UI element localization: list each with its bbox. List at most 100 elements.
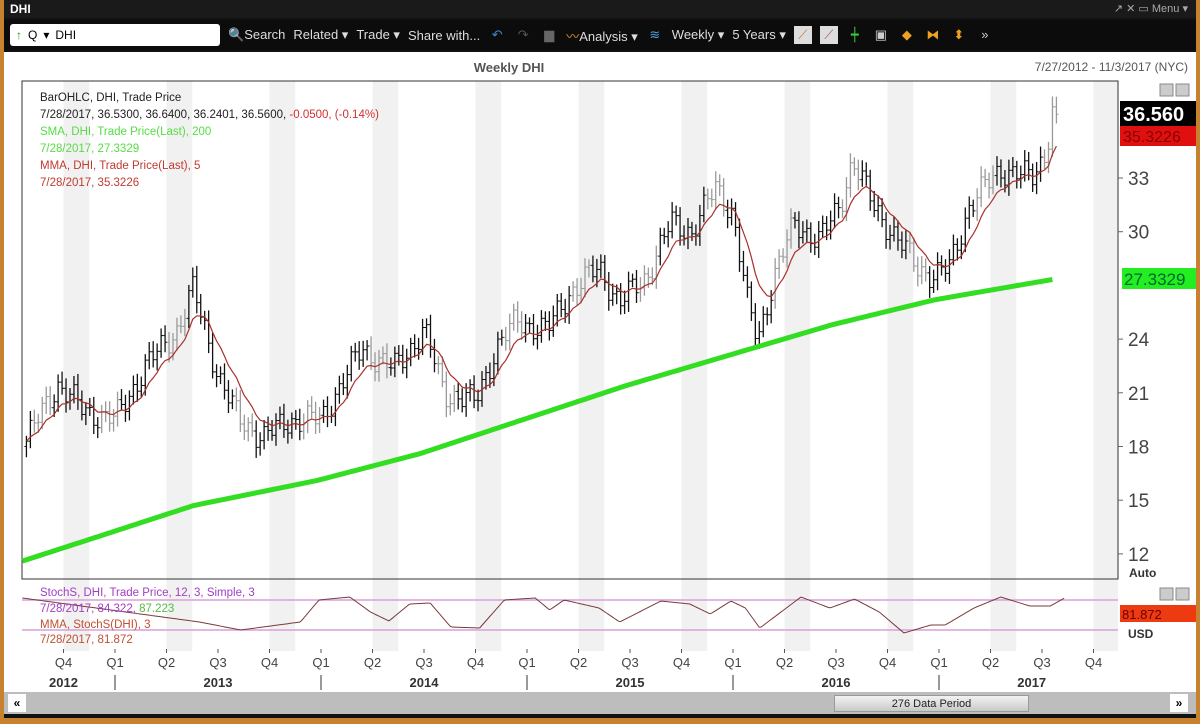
- ohlc-bar: [709, 188, 714, 208]
- ohlc-bar: [606, 271, 611, 311]
- ohlc-bar: [765, 307, 770, 326]
- ohlc-bar: [147, 341, 152, 370]
- ohlc-bar: [1050, 96, 1055, 157]
- ohlc-bar: [543, 311, 548, 331]
- legend-sma-label: SMA, DHI, Trade Price(Last), 200: [40, 126, 211, 138]
- ohlc-bar: [761, 306, 766, 338]
- ohlc-bar: [515, 301, 520, 333]
- ohlc-bar: [812, 233, 817, 256]
- ohlc-bar: [630, 273, 635, 288]
- ohlc-bar: [662, 227, 667, 245]
- ohlc-bar: [321, 399, 326, 423]
- ohlc-bar: [305, 400, 310, 434]
- ohlc-bar: [28, 410, 33, 449]
- x-quarter-label: Q1: [312, 655, 329, 670]
- ohlc-bar: [400, 344, 405, 374]
- ohlc-bar: [523, 313, 528, 343]
- ohlc-bar: [194, 265, 199, 314]
- ohlc-bar: [733, 202, 738, 237]
- ohlc-bar: [416, 337, 421, 360]
- ohlc-bar: [99, 404, 104, 434]
- ohlc-bar: [848, 153, 853, 198]
- ohlc-bar: [115, 391, 120, 427]
- ohlc-bar: [436, 356, 441, 375]
- y-tick-label: 12: [1128, 545, 1149, 566]
- y-tick-label: 30: [1128, 223, 1149, 244]
- legend-stoch-mma-label: MMA, StochS(DHI), 3: [40, 619, 151, 631]
- ohlc-bar: [876, 195, 881, 222]
- x-year-label: 2012: [49, 675, 78, 690]
- ohlc-bar: [713, 171, 718, 209]
- ohlc-bar: [864, 162, 869, 186]
- price-chart[interactable]: BarOHLC, DHI, Trade Price 7/28/2017, 36.…: [4, 0, 1196, 718]
- ohlc-bar: [242, 414, 247, 441]
- ohlc-bar: [979, 166, 984, 208]
- ohlc-bar: [820, 215, 825, 239]
- ohlc-bar: [60, 371, 65, 395]
- ohlc-bar: [527, 317, 532, 334]
- ohlc-bar: [931, 269, 936, 293]
- ohlc-bar: [408, 337, 413, 367]
- x-quarter-label: Q2: [776, 655, 793, 670]
- ohlc-bar: [246, 417, 251, 442]
- close-stoch-icon[interactable]: [1175, 587, 1190, 601]
- ohlc-bar: [547, 311, 552, 341]
- scroll-start-button[interactable]: «: [8, 694, 26, 712]
- ohlc-bar: [222, 363, 227, 400]
- ohlc-bar: [670, 202, 675, 239]
- x-quarter-label: Q4: [673, 655, 690, 670]
- auto-scale-button[interactable]: Auto: [1129, 566, 1156, 580]
- ohlc-bar: [250, 413, 255, 437]
- close-pane-icon[interactable]: [1175, 83, 1190, 97]
- ohlc-bar: [163, 325, 168, 353]
- scroll-end-button[interactable]: »: [1170, 694, 1188, 712]
- ohlc-bar: [840, 199, 845, 219]
- ohlc-bar: [266, 416, 271, 441]
- ohlc-bar: [317, 407, 322, 434]
- ohlc-bar: [503, 326, 508, 351]
- quarter-band: [578, 81, 605, 651]
- legend-mma-label: MMA, DHI, Trade Price(Last), 5: [40, 160, 200, 172]
- ohlc-bar: [915, 256, 920, 287]
- ohlc-bar: [412, 334, 417, 358]
- ohlc-bar: [1034, 162, 1039, 195]
- x-quarter-label: Q4: [55, 655, 72, 670]
- mma-badge-text: 35.3226: [1123, 129, 1181, 146]
- x-quarter-label: Q3: [415, 655, 432, 670]
- minimize-pane-icon[interactable]: [1159, 83, 1174, 97]
- y-tick-label: 33: [1128, 169, 1149, 190]
- y-tick-label: 15: [1128, 491, 1149, 512]
- ohlc-bar: [1046, 141, 1051, 174]
- ohlc-bar: [309, 396, 314, 419]
- currency-label: USD: [1128, 627, 1154, 641]
- ohlc-bar: [535, 324, 540, 350]
- ohlc-bar: [741, 250, 746, 282]
- ohlc-bar: [119, 389, 124, 411]
- ohlc-bar: [404, 348, 409, 379]
- pane-controls: [1159, 83, 1190, 601]
- legend-sma-value: 7/28/2017, 27.3329: [40, 143, 139, 155]
- ohlc-bar: [749, 281, 754, 321]
- ohlc-bar: [935, 252, 940, 291]
- ohlc-bar: [860, 160, 865, 187]
- ohlc-bar: [1018, 165, 1023, 189]
- ohlc-bar: [210, 332, 215, 379]
- ohlc-bar: [123, 394, 128, 422]
- x-year-label: 2016: [822, 675, 851, 690]
- ohlc-bar: [202, 310, 207, 330]
- ohlc-bar: [460, 388, 465, 413]
- ohlc-bar: [642, 265, 647, 296]
- ohlc-bar: [159, 328, 164, 358]
- ohlc-bar: [226, 380, 231, 414]
- ohlc-bar: [234, 387, 239, 412]
- x-quarter-label: Q2: [570, 655, 587, 670]
- ohlc-bar: [531, 314, 536, 346]
- ohlc-bar: [551, 305, 556, 337]
- quarter-band: [784, 81, 811, 651]
- ohlc-bar: [717, 174, 722, 196]
- data-period-thumb[interactable]: 276 Data Period: [834, 695, 1029, 712]
- minimize-stoch-icon[interactable]: [1159, 587, 1174, 601]
- chart-window: DHI ↗ ✕ ▭ Menu ▾ ↑ Q ▾ DHI 🔍Search Relat…: [4, 0, 1196, 718]
- ohlc-bar: [198, 293, 203, 325]
- x-quarter-label: Q1: [518, 655, 535, 670]
